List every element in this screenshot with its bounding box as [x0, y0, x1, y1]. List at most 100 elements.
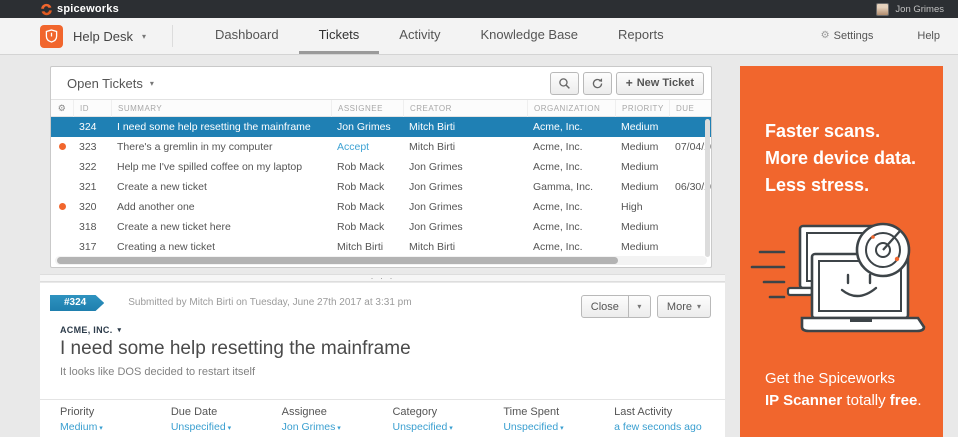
- plus-icon: +: [626, 76, 633, 90]
- chevron-down-icon: ▾: [97, 425, 102, 432]
- cell-priority: Medium: [615, 181, 669, 193]
- chevron-down-icon: ▾: [447, 425, 452, 432]
- spiceworks-mark-icon: [40, 3, 53, 16]
- horizontal-scrollbar-track[interactable]: [55, 256, 707, 265]
- ticket-detail-pane: #324 Submitted by Mitch Birti on Tuesday…: [40, 283, 725, 437]
- ad-cta-line1: Get the Spiceworks: [765, 368, 922, 390]
- ad-headline-line: More device data.: [765, 145, 943, 172]
- cell-priority: Medium: [615, 161, 669, 173]
- organization-dropdown[interactable]: ACME, INC. ▾: [40, 318, 725, 335]
- horizontal-scrollbar-thumb[interactable]: [57, 257, 618, 264]
- table-row[interactable]: 321Create a new ticketRob MackJon Grimes…: [51, 177, 711, 197]
- unread-dot-icon: [59, 143, 66, 150]
- field-value-dropdown[interactable]: Unspecified ▾: [392, 421, 503, 433]
- view-selector-dropdown[interactable]: Open Tickets ▾: [67, 76, 154, 91]
- cell-creator: Mitch Birti: [403, 121, 527, 133]
- ticket-title: I need some help resetting the mainframe: [40, 335, 725, 360]
- help-desk-shield-icon: [40, 25, 63, 48]
- tab-activity[interactable]: Activity: [379, 18, 460, 54]
- refresh-button[interactable]: [583, 72, 612, 95]
- column-header-assignee[interactable]: ASSIGNEE: [331, 100, 403, 117]
- tab-dashboard[interactable]: Dashboard: [195, 18, 299, 54]
- table-row[interactable]: 318Create a new ticket hereRob MackJon G…: [51, 217, 711, 237]
- field-value-dropdown[interactable]: a few seconds ago: [614, 421, 725, 433]
- cell-creator: Mitch Birti: [403, 241, 527, 253]
- tab-reports[interactable]: Reports: [598, 18, 684, 54]
- settings-link[interactable]: ⚙ Settings: [821, 30, 874, 42]
- table-row[interactable]: 323There's a gremlin in my computerAccep…: [51, 137, 711, 157]
- table-row[interactable]: 322Help me I've spilled coffee on my lap…: [51, 157, 711, 177]
- cell-summary: I need some help resetting the mainframe: [111, 121, 331, 133]
- ticket-fields-row: PriorityMedium ▾Due DateUnspecified ▾Ass…: [40, 399, 725, 437]
- cell-organization: Acme, Inc.: [527, 141, 615, 153]
- search-button[interactable]: [550, 72, 579, 95]
- field-value-text: Unspecified: [503, 421, 558, 433]
- cell-id: 317: [73, 241, 111, 253]
- column-header-organization[interactable]: ORGANIZATION: [527, 100, 615, 117]
- field-value-dropdown[interactable]: Unspecified ▾: [503, 421, 614, 433]
- table-row[interactable]: 324I need some help resetting the mainfr…: [51, 117, 711, 137]
- ticket-description: It looks like DOS decided to restart its…: [40, 360, 725, 378]
- field-value-dropdown[interactable]: Unspecified ▾: [171, 421, 282, 433]
- close-split-button: Close ▾: [581, 295, 651, 318]
- table-row[interactable]: 320Add another oneRob MackJon GrimesAcme…: [51, 197, 711, 217]
- column-header-due[interactable]: DUE: [669, 100, 711, 117]
- ticket-rows: 324I need some help resetting the mainfr…: [51, 117, 711, 257]
- tab-knowledge-base[interactable]: Knowledge Base: [460, 18, 598, 54]
- pane-splitter[interactable]: · · ·: [40, 274, 725, 282]
- field-value-text: Medium: [60, 421, 97, 433]
- field-priority: PriorityMedium ▾: [60, 406, 171, 437]
- user-menu[interactable]: Jon Grimes: [876, 3, 944, 16]
- tab-tickets[interactable]: Tickets: [299, 18, 380, 54]
- column-header-summary[interactable]: SUMMARY: [111, 100, 331, 117]
- vertical-scrollbar[interactable]: [705, 119, 710, 257]
- ip-scanner-ad[interactable]: Faster scans.More device data.Less stres…: [740, 66, 943, 437]
- chevron-down-icon: ▾: [142, 32, 146, 41]
- accept-link[interactable]: Accept: [331, 141, 403, 153]
- column-header-id[interactable]: ID: [73, 100, 111, 117]
- field-value-dropdown[interactable]: Jon Grimes ▾: [282, 421, 393, 433]
- organization-label: ACME, INC.: [60, 325, 113, 335]
- cell-priority: Medium: [615, 121, 669, 133]
- new-ticket-button[interactable]: + New Ticket: [616, 72, 704, 95]
- field-last-activity: Last Activity a few seconds ago: [614, 406, 725, 437]
- settings-label: Settings: [834, 30, 874, 42]
- field-value-text: Unspecified: [171, 421, 226, 433]
- ad-cta-line2: IP Scanner totally free.: [765, 390, 922, 412]
- chevron-down-icon: ▾: [226, 425, 231, 432]
- search-icon: [558, 77, 571, 90]
- cell-id: 318: [73, 221, 111, 233]
- cell-priority: Medium: [615, 241, 669, 253]
- cell-id: 323: [73, 141, 111, 153]
- field-category: CategoryUnspecified ▾: [392, 406, 503, 437]
- ad-headline: Faster scans.More device data.Less stres…: [765, 118, 943, 199]
- table-row[interactable]: 317Creating a new ticketMitch BirtiMitch…: [51, 237, 711, 257]
- cell-organization: Acme, Inc.: [527, 221, 615, 233]
- cell-summary: There's a gremlin in my computer: [111, 141, 331, 153]
- field-label: Last Activity: [614, 406, 725, 418]
- help-link[interactable]: Help: [917, 30, 940, 42]
- close-button[interactable]: Close: [581, 295, 629, 318]
- column-header-priority[interactable]: PRIORITY: [615, 100, 669, 117]
- cell-summary: Creating a new ticket: [111, 241, 331, 253]
- gear-icon[interactable]: ⚙: [51, 100, 73, 117]
- column-header-creator[interactable]: CREATOR: [403, 100, 527, 117]
- app-switcher[interactable]: Help Desk ▾: [0, 18, 146, 54]
- cell-creator: Jon Grimes: [403, 161, 527, 173]
- cell-organization: Gamma, Inc.: [527, 181, 615, 193]
- unread-dot-icon: [59, 203, 66, 210]
- nav-right: ⚙ Settings Help: [821, 18, 940, 54]
- field-value-text: Jon Grimes: [282, 421, 336, 433]
- cell-organization: Acme, Inc.: [527, 241, 615, 253]
- gear-icon: ⚙: [821, 31, 830, 41]
- cell-organization: Acme, Inc.: [527, 161, 615, 173]
- field-value-dropdown[interactable]: Medium ▾: [60, 421, 171, 433]
- more-button[interactable]: More ▾: [657, 295, 711, 318]
- ticket-list-toolbar: Open Tickets ▾ + New Ticket: [51, 67, 711, 100]
- cell-creator: Jon Grimes: [403, 201, 527, 213]
- user-name: Jon Grimes: [895, 4, 944, 15]
- cell-creator: Mitch Birti: [403, 141, 527, 153]
- field-value-text: Unspecified: [392, 421, 447, 433]
- close-dropdown-button[interactable]: ▾: [629, 295, 651, 318]
- spiceworks-logo[interactable]: spiceworks: [40, 3, 119, 16]
